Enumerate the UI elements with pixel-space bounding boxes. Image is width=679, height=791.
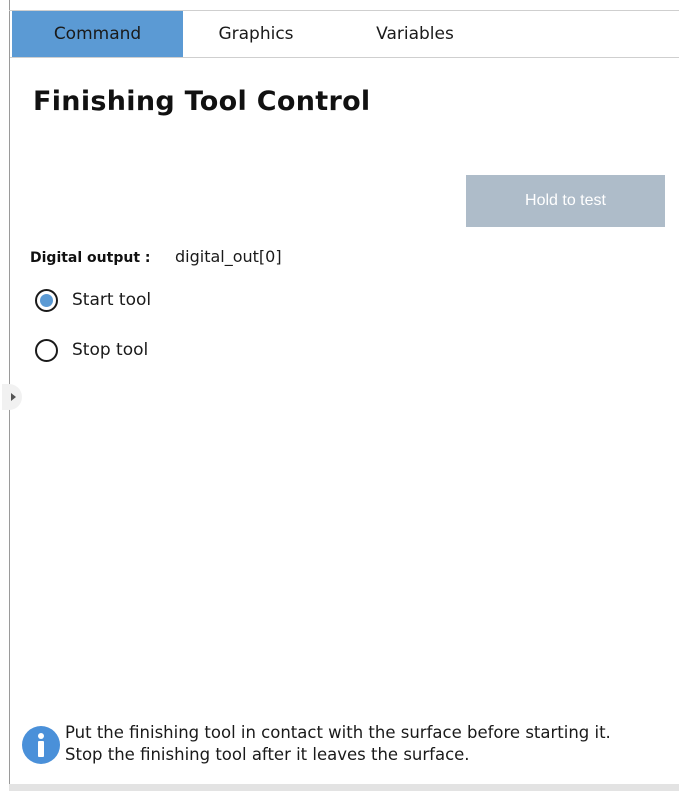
- info-icon: [22, 726, 60, 764]
- info-text-line-2: Stop the finishing tool after it leaves …: [65, 745, 470, 764]
- stop-tool-label[interactable]: Stop tool: [72, 340, 148, 360]
- radio-dot: [40, 294, 53, 307]
- radio-unchecked-icon[interactable]: [35, 339, 58, 362]
- tab-variables[interactable]: Variables: [350, 11, 480, 57]
- collapse-handle[interactable]: [2, 384, 22, 410]
- info-icon-dot: [38, 733, 44, 739]
- digital-output-value: digital_out[0]: [175, 247, 282, 266]
- digital-output-label: Digital output :: [30, 250, 151, 266]
- radio-checked-icon[interactable]: [35, 289, 58, 312]
- info-text-line-1: Put the finishing tool in contact with t…: [65, 723, 611, 742]
- program-node-panel: Command Graphics Variables Finishing Too…: [0, 0, 679, 791]
- page-title: Finishing Tool Control: [33, 86, 371, 117]
- tab-command[interactable]: Command: [12, 11, 183, 57]
- start-tool-label[interactable]: Start tool: [72, 290, 151, 310]
- info-icon-bar: [38, 741, 44, 757]
- tab-graphics[interactable]: Graphics: [196, 11, 316, 57]
- tab-bar: Command Graphics Variables: [10, 11, 679, 58]
- bottom-strip: [9, 784, 679, 791]
- chevron-right-icon: [11, 393, 16, 401]
- hold-to-test-button[interactable]: Hold to test: [466, 175, 665, 227]
